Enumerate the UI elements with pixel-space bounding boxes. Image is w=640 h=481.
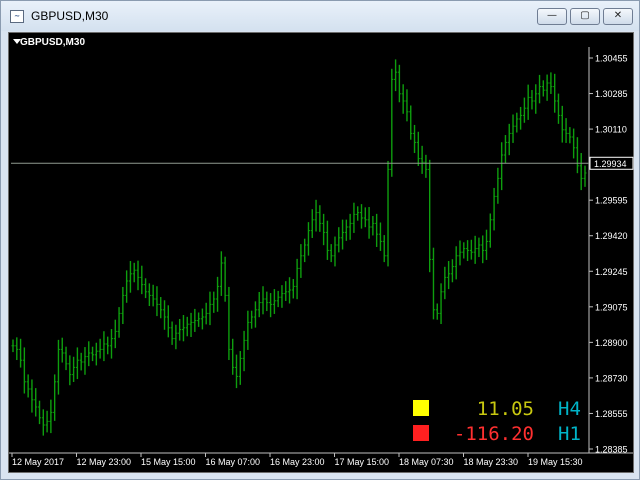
x-tick-label: 12 May 23:00 [77,457,132,467]
y-tick-label: 1.30285 [595,89,628,99]
y-tick-label: 1.29245 [595,267,628,277]
x-tick-label: 16 May 07:00 [206,457,261,467]
y-tick-label: 1.30110 [595,125,627,135]
y-tick-label: 1.28385 [595,445,628,455]
x-tick-label: 17 May 15:00 [335,457,390,467]
indicator-square-h4 [413,400,429,416]
x-tick-label: 15 May 15:00 [141,457,196,467]
indicator-timeframe-h4: H4 [558,398,581,420]
y-tick-label: 1.29595 [595,196,628,206]
y-tick-label: 1.28900 [595,338,628,348]
y-tick-label: 1.29075 [595,302,628,312]
indicator-square-h1 [413,425,429,441]
y-tick-label: 1.29420 [595,231,628,241]
indicator-value-h4: 11.05 [477,398,534,420]
y-tick-label: 1.28555 [595,409,628,419]
x-tick-label: 18 May 07:30 [399,457,454,467]
current-price-label: 1.29934 [594,159,627,169]
price-chart[interactable]: 1.304551.302851.301101.297651.295951.294… [1,1,640,481]
chart-window: ~ GBPUSD,M30 — ▢ ✕ GBPUSD,M30 1.30455 1.3… [0,0,640,480]
x-tick-label: 18 May 23:30 [464,457,519,467]
indicator-timeframe-h1: H1 [558,423,581,445]
y-tick-label: 1.28730 [595,373,628,383]
x-tick-label: 19 May 15:30 [528,457,583,467]
y-tick-label: 1.30455 [595,54,628,64]
x-tick-label: 12 May 2017 [12,457,64,467]
x-tick-label: 16 May 23:00 [270,457,325,467]
indicator-value-h1: -116.20 [454,423,534,445]
